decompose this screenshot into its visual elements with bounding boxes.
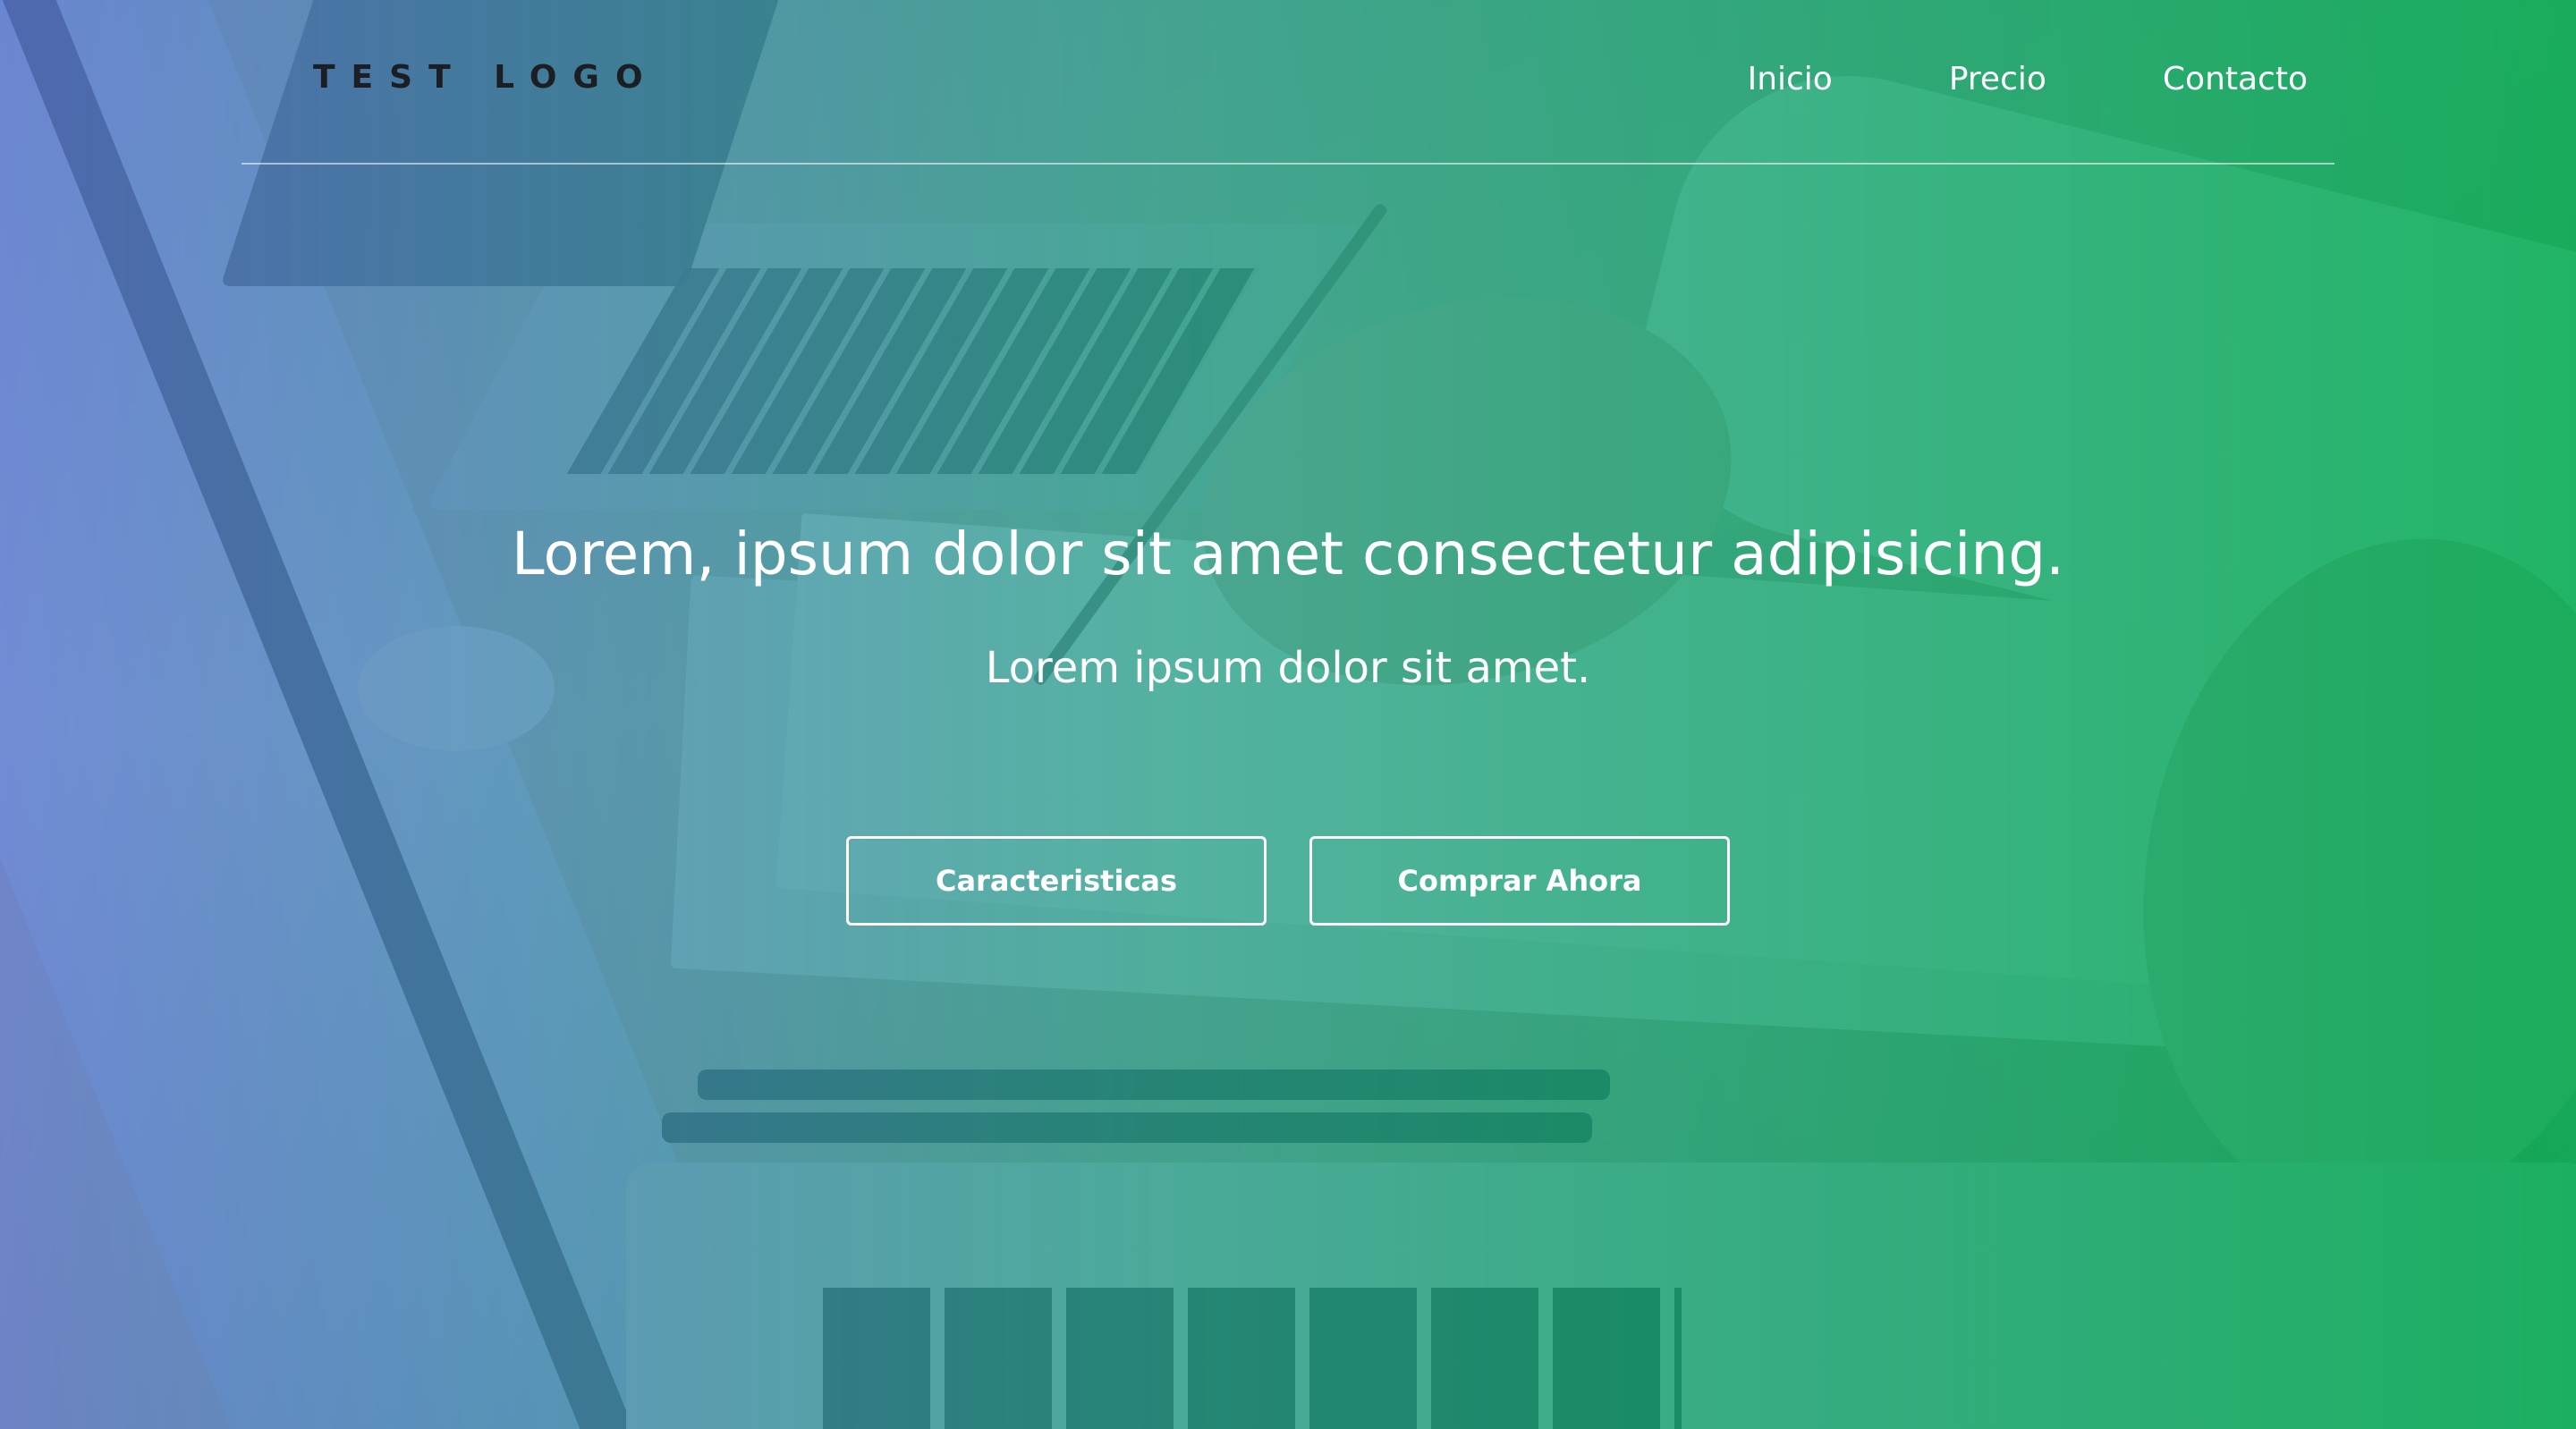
hero-section: Lorem, ipsum dolor sit amet consectetur … [0, 519, 2576, 693]
site-logo[interactable]: TEST LOGO [313, 59, 659, 96]
gradient-overlay [0, 0, 2576, 1429]
buy-now-button[interactable]: Comprar Ahora [1309, 836, 1730, 926]
features-button[interactable]: Caracteristicas [846, 836, 1267, 926]
navbar: TEST LOGO Inicio Precio Contacto [242, 0, 2334, 165]
nav-links: Inicio Precio Contacto [1748, 61, 2308, 97]
nav-link-precio[interactable]: Precio [1949, 61, 2046, 97]
hero-title: Lorem, ipsum dolor sit amet consectetur … [511, 520, 2065, 588]
nav-link-contacto[interactable]: Contacto [2163, 61, 2308, 97]
hero-actions: Caracteristicas Comprar Ahora [0, 836, 2576, 926]
hero-subtitle: Lorem ipsum dolor sit amet. [985, 643, 1591, 694]
landing-page: TEST LOGO Inicio Precio Contacto Lorem, … [0, 0, 2576, 1429]
nav-link-inicio[interactable]: Inicio [1748, 61, 1833, 97]
